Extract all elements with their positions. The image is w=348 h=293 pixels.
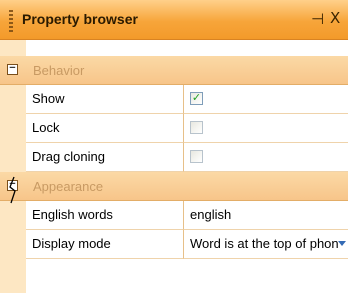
collapse-toggle-icon[interactable]: − <box>7 63 18 75</box>
close-icon[interactable]: X <box>330 9 340 27</box>
property-value <box>184 143 348 172</box>
category-behavior[interactable]: − Behavior <box>0 56 348 85</box>
property-value <box>184 114 348 143</box>
property-name: Lock <box>26 114 184 143</box>
property-row-english-words[interactable]: English words english <box>0 201 348 230</box>
display-mode-select[interactable]: Word is at the top of phon <box>184 230 348 259</box>
property-name: Display mode <box>26 230 184 259</box>
dropdown-arrow-icon[interactable] <box>338 241 346 246</box>
show-checkbox[interactable]: ✓ <box>190 92 203 105</box>
panel-titlebar[interactable]: Property browser ⊣ X <box>0 0 348 40</box>
property-row-show[interactable]: Show ✓ <box>0 85 348 114</box>
display-mode-value: Word is at the top of phon <box>190 236 339 251</box>
pin-icon[interactable]: ⊣ <box>311 10 324 28</box>
category-label: Appearance <box>33 179 104 194</box>
property-name: Drag cloning <box>26 143 184 172</box>
drag-cloning-checkbox[interactable] <box>190 150 203 163</box>
drag-grip-icon[interactable] <box>9 10 13 32</box>
property-row-display-mode[interactable]: Display mode Word is at the top of phon <box>0 230 348 259</box>
property-name: Show <box>26 85 184 114</box>
property-name: English words <box>26 201 184 230</box>
property-browser-panel: Property browser ⊣ X − Behavior Show ✓ L… <box>0 0 348 293</box>
lock-checkbox[interactable] <box>190 121 203 134</box>
resize-cursor-icon <box>9 176 16 204</box>
property-value: ✓ <box>184 85 348 114</box>
english-words-field[interactable]: english <box>184 201 348 230</box>
property-row-drag-cloning[interactable]: Drag cloning <box>0 143 348 172</box>
category-appearance[interactable]: − Appearance <box>0 172 348 201</box>
property-row-lock[interactable]: Lock <box>0 114 348 143</box>
panel-title: Property browser <box>22 11 138 27</box>
category-label: Behavior <box>33 63 85 78</box>
